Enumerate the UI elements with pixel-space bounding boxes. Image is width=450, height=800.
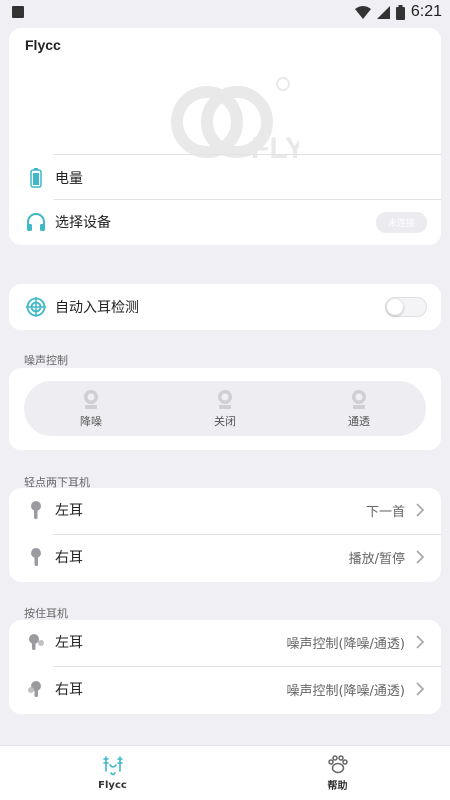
double-tap-left-row[interactable]: 左耳 下一首 (9, 488, 441, 532)
auto-ear-card: 自动入耳检测 (9, 284, 441, 330)
status-time: 6:21 (410, 3, 442, 20)
chevron-right-icon (416, 503, 425, 517)
long-press-right-value: 噪声控制(降噪/通透) (286, 683, 405, 699)
select-device-row[interactable]: 选择设备 未连接 (9, 200, 441, 244)
long-press-card: 左耳 噪声控制(降噪/通透) 右耳 噪声控制(降噪/通透) (9, 620, 441, 714)
headphones-icon (25, 211, 47, 233)
select-device-label: 选择设备 (55, 215, 111, 231)
long-press-title: 按住耳机 (24, 607, 68, 620)
paw-icon (327, 755, 348, 774)
battery-status-icon (395, 4, 405, 20)
noise-option-transparency-label: 通透 (348, 415, 370, 428)
noise-option-anc[interactable]: 降噪 (24, 388, 158, 429)
nav-item-flycc[interactable]: Flycc (0, 746, 225, 800)
noise-option-anc-label: 降噪 (80, 415, 102, 428)
nav-item-help-label: 帮助 (327, 781, 348, 792)
chevron-right-icon (416, 682, 425, 696)
earbuds-icon (102, 756, 123, 776)
connection-status-badge: 未连接 (375, 211, 427, 233)
battery-label: 电量 (55, 171, 83, 187)
target-icon (25, 296, 47, 318)
flycc-logo-icon: FLY (171, 77, 299, 165)
right-earbud-press-icon (25, 678, 47, 700)
chevron-right-icon (416, 550, 425, 564)
wifi-icon (354, 5, 371, 19)
battery-icon (25, 167, 47, 189)
divider (53, 154, 441, 155)
left-earbud-press-icon (25, 631, 47, 653)
double-tap-right-label: 右耳 (55, 550, 83, 566)
battery-row: 电量 (9, 156, 441, 200)
notification-icon (12, 6, 24, 18)
auto-ear-row: 自动入耳检测 (9, 285, 441, 329)
noise-option-off[interactable]: 关闭 (158, 388, 292, 429)
double-tap-right-value: 播放/暂停 (348, 551, 405, 567)
app-brand-title: Flycc (25, 37, 61, 53)
cellular-icon (376, 5, 390, 19)
right-earbud-icon (25, 546, 47, 568)
long-press-right-row[interactable]: 右耳 噪声控制(降噪/通透) (9, 667, 441, 711)
double-tap-right-row[interactable]: 右耳 播放/暂停 (9, 535, 441, 579)
nav-item-flycc-label: Flycc (98, 780, 127, 791)
double-tap-left-label: 左耳 (55, 503, 83, 519)
bottom-nav: Flycc 帮助 (0, 745, 450, 800)
noise-control-segmented: 降噪 关闭 通透 (24, 381, 426, 436)
long-press-left-label: 左耳 (55, 635, 83, 651)
noise-control-title: 噪声控制 (24, 354, 68, 367)
double-tap-card: 左耳 下一首 右耳 播放/暂停 (9, 488, 441, 582)
noise-off-icon (218, 390, 232, 409)
long-press-left-row[interactable]: 左耳 噪声控制(降噪/通透) (9, 620, 441, 664)
auto-ear-label: 自动入耳检测 (55, 300, 139, 316)
toggle-knob (387, 299, 403, 315)
noise-option-transparency[interactable]: 通透 (292, 388, 426, 429)
nav-item-help[interactable]: 帮助 (225, 746, 450, 800)
noise-cancel-icon (84, 390, 98, 409)
auto-ear-toggle[interactable] (385, 297, 427, 317)
status-bar: 6:21 (0, 0, 450, 24)
device-card: Flycc FLY 电量 选择设备 未连接 (9, 28, 441, 245)
left-earbud-icon (25, 499, 47, 521)
noise-option-off-label: 关闭 (214, 415, 236, 428)
chevron-right-icon (416, 635, 425, 649)
long-press-right-label: 右耳 (55, 682, 83, 698)
long-press-left-value: 噪声控制(降噪/通透) (286, 636, 405, 652)
double-tap-left-value: 下一首 (365, 504, 405, 520)
transparency-icon (352, 390, 366, 409)
